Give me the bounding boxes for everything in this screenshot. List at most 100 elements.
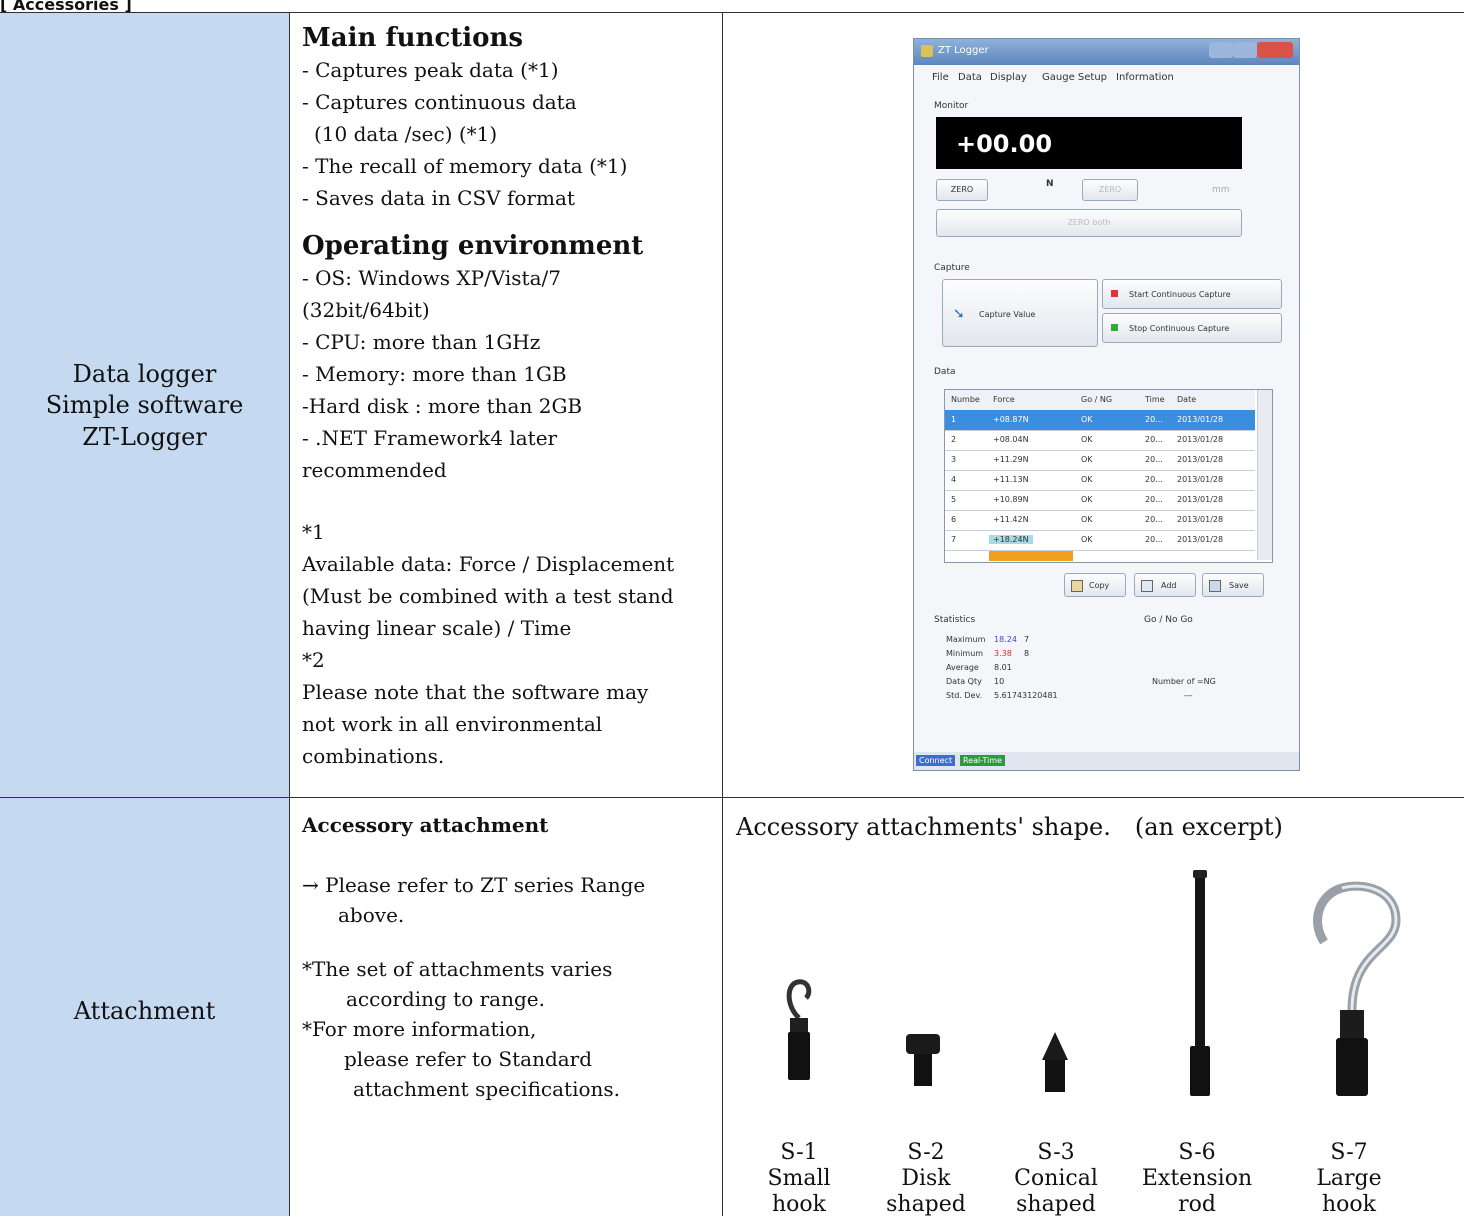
capture-arrow-icon: ➘ (953, 306, 965, 322)
menu-gauge-setup[interactable]: Gauge Setup (1042, 72, 1107, 83)
note-line: *2 (302, 648, 325, 672)
attachment-note: please refer to Standard (344, 1047, 593, 1071)
zt-logger-screenshot: ZT Logger File Data Display Gauge Setup … (913, 38, 1300, 771)
cell-number: 6 (951, 515, 957, 524)
attachment-note: above. (338, 903, 405, 927)
attachment-note: → Please refer to ZT series Range (302, 873, 646, 897)
cell-force: +08.04N (993, 435, 1029, 444)
app-icon (921, 45, 933, 57)
stat-value: 10 (994, 677, 1005, 686)
zero-both-button[interactable]: ZERO both (936, 209, 1242, 237)
save-icon (1209, 580, 1221, 592)
stat-row: Average 8.01 (946, 661, 1058, 675)
operating-item: - Memory: more than 1GB (302, 362, 567, 386)
s3-conical-shaped-icon (1042, 1032, 1068, 1092)
unit-label: N (1046, 179, 1054, 189)
accessory-attachment-title: Accessory attachment (302, 813, 549, 837)
stat-label: Minimum (946, 649, 984, 658)
cell-gonogo: OK (1081, 415, 1093, 424)
menu-information[interactable]: Information (1116, 72, 1174, 83)
add-label: Add (1161, 581, 1177, 590)
attachment-name2-s3: shaped (1016, 1192, 1096, 1217)
cell-time: 20... (1145, 515, 1163, 524)
attachment-code-s2: S-2 (907, 1140, 945, 1165)
table-row[interactable]: 5 +10.89N OK 20... 2013/01/28 (945, 490, 1255, 511)
stop-continuous-button[interactable]: Stop Continuous Capture (1102, 313, 1282, 343)
table-row[interactable]: 6 +11.42N OK 20... 2013/01/28 (945, 510, 1255, 531)
operating-item: recommended (302, 458, 447, 482)
note-line: combinations. (302, 744, 445, 768)
table-row[interactable]: 3 +11.29N OK 20... 2013/01/28 (945, 450, 1255, 471)
operating-item: -Hard disk : more than 2GB (302, 394, 583, 418)
cell-time: 20... (1145, 475, 1163, 484)
cell-gonogo: OK (1081, 515, 1093, 524)
cell-date: 2013/01/28 (1177, 475, 1224, 484)
capture-value-button[interactable]: ➘ Capture Value (942, 279, 1098, 347)
copy-label: Copy (1089, 581, 1110, 590)
cell-gonogo: OK (1081, 435, 1093, 444)
table-row[interactable]: 7 +18.24N OK 20... 2013/01/28 (945, 530, 1255, 551)
close-button[interactable] (1257, 42, 1293, 58)
grid-header: Go / NG (1081, 395, 1113, 404)
stat-value: 3.38 (994, 649, 1012, 658)
save-label: Save (1229, 581, 1249, 590)
attachment-note: according to range. (346, 987, 545, 1011)
row-divider (0, 797, 1464, 798)
cell-number: 4 (951, 475, 957, 484)
col-divider-1 (289, 12, 290, 1216)
note-line: *1 (302, 520, 325, 544)
table-row[interactable]: 2 +08.04N OK 20... 2013/01/28 (945, 430, 1255, 451)
maximize-button[interactable] (1233, 42, 1257, 58)
cell-gonogo: OK (1081, 495, 1093, 504)
menu-file[interactable]: File (932, 72, 949, 83)
label-datalogger-2: Simple software (45, 391, 244, 419)
status-realtime[interactable]: Real-Time (960, 755, 1005, 766)
cell-date: 2013/01/28 (1177, 455, 1224, 464)
attachment-name1-s3: Conical (1014, 1166, 1098, 1191)
cell-force: +18.24N (989, 535, 1033, 544)
grid-scrollbar[interactable] (1257, 390, 1272, 560)
statistics-label: Statistics (934, 615, 976, 625)
cell-date: 2013/01/28 (1177, 415, 1224, 424)
operating-item: (32bit/64bit) (302, 298, 430, 322)
capture-label: Capture (934, 263, 970, 273)
table-row[interactable]: 1 +08.87N OK 20... 2013/01/28 (945, 410, 1255, 431)
attachment-note: *The set of attachments varies (302, 957, 613, 981)
attachment-code-s6: S-6 (1178, 1140, 1216, 1165)
copy-icon (1071, 580, 1083, 592)
save-button[interactable]: Save (1202, 573, 1264, 597)
table-row[interactable]: 4 +11.13N OK 20... 2013/01/28 (945, 470, 1255, 491)
minimize-button[interactable] (1209, 42, 1233, 58)
note-line: Please note that the software may (302, 680, 649, 704)
cell-number: 7 (951, 535, 957, 544)
stop-icon (1111, 324, 1118, 331)
menu-display[interactable]: Display (990, 72, 1027, 83)
zero-button[interactable]: ZERO (936, 179, 988, 201)
cell-date: 2013/01/28 (1177, 435, 1224, 444)
operating-item: - CPU: more than 1GHz (302, 330, 541, 354)
main-function-item: - The recall of memory data (*1) (302, 154, 628, 178)
label-attachment: Attachment (73, 997, 216, 1025)
menu-data[interactable]: Data (958, 72, 982, 83)
attachment-name1-s1: Small (767, 1166, 831, 1191)
col-divider-2 (722, 12, 723, 1216)
attachment-name2-s1: hook (772, 1192, 826, 1217)
cell-gonogo: OK (1081, 455, 1093, 464)
start-continuous-button[interactable]: Start Continuous Capture (1102, 279, 1282, 309)
copy-button[interactable]: Copy (1064, 573, 1126, 597)
note-line: Available data: Force / Displacement (302, 552, 675, 576)
capture-value-label: Capture Value (979, 310, 1036, 319)
stat-row: Maximum 18.24 7 (946, 633, 1058, 647)
gonogo-label: Go / No Go (1144, 615, 1193, 625)
cell-gonogo: OK (1081, 475, 1093, 484)
stat-count: 7 (1024, 635, 1030, 644)
attachment-name1-s6: Extension (1141, 1166, 1253, 1191)
stop-continuous-label: Stop Continuous Capture (1129, 324, 1230, 333)
add-button[interactable]: Add (1134, 573, 1196, 597)
zero-button-disabled[interactable]: ZERO (1082, 179, 1138, 201)
number-ng-value: --- (1184, 691, 1193, 700)
grid-header: Numbe (951, 395, 980, 404)
stat-label: Maximum (946, 635, 986, 644)
s2-disk-shaped-icon (906, 1034, 940, 1086)
status-connect[interactable]: Connect (916, 755, 956, 766)
